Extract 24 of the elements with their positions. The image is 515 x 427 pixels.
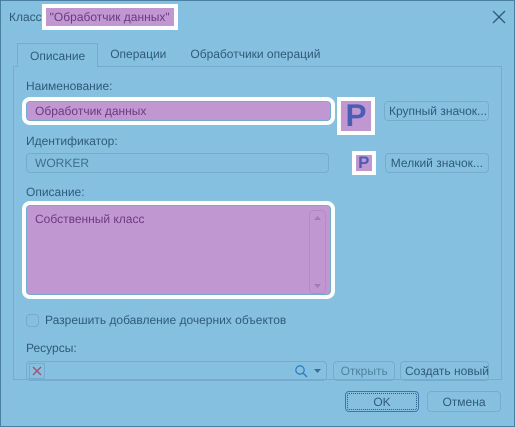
checkbox-label: Разрешить добавление дочерних объектов: [45, 312, 286, 329]
search-icon[interactable]: [294, 364, 308, 378]
resource-picker[interactable]: [26, 361, 328, 381]
text-field[interactable]: WORKER: [26, 153, 329, 173]
field-label: Наименование:: [26, 78, 114, 95]
tab[interactable]: Обработчики операций: [178, 42, 332, 66]
window-title-name: "Обработчик данных": [46, 8, 174, 26]
window-title: Класс: [9, 9, 42, 26]
field-label: Описание:: [26, 184, 86, 201]
field-label: Ресурсы:: [26, 340, 78, 357]
field-label: Идентификатор:: [26, 133, 119, 150]
button[interactable]: Мелкий значок...: [384, 153, 489, 173]
button[interactable]: Крупный значок...: [384, 101, 489, 121]
p-icon: P: [356, 155, 372, 171]
dialog-button[interactable]: OK: [345, 391, 419, 412]
tab[interactable]: Операции: [98, 42, 178, 66]
tab[interactable]: Описание: [17, 43, 98, 67]
close-icon[interactable]: [492, 10, 506, 24]
clear-icon[interactable]: [29, 363, 45, 379]
dropdown-icon[interactable]: [314, 369, 322, 373]
scrollbar[interactable]: [309, 210, 326, 294]
button[interactable]: Создать новый: [400, 361, 489, 381]
p-icon: P: [341, 101, 371, 131]
dialog-button[interactable]: Отмена: [427, 391, 501, 412]
